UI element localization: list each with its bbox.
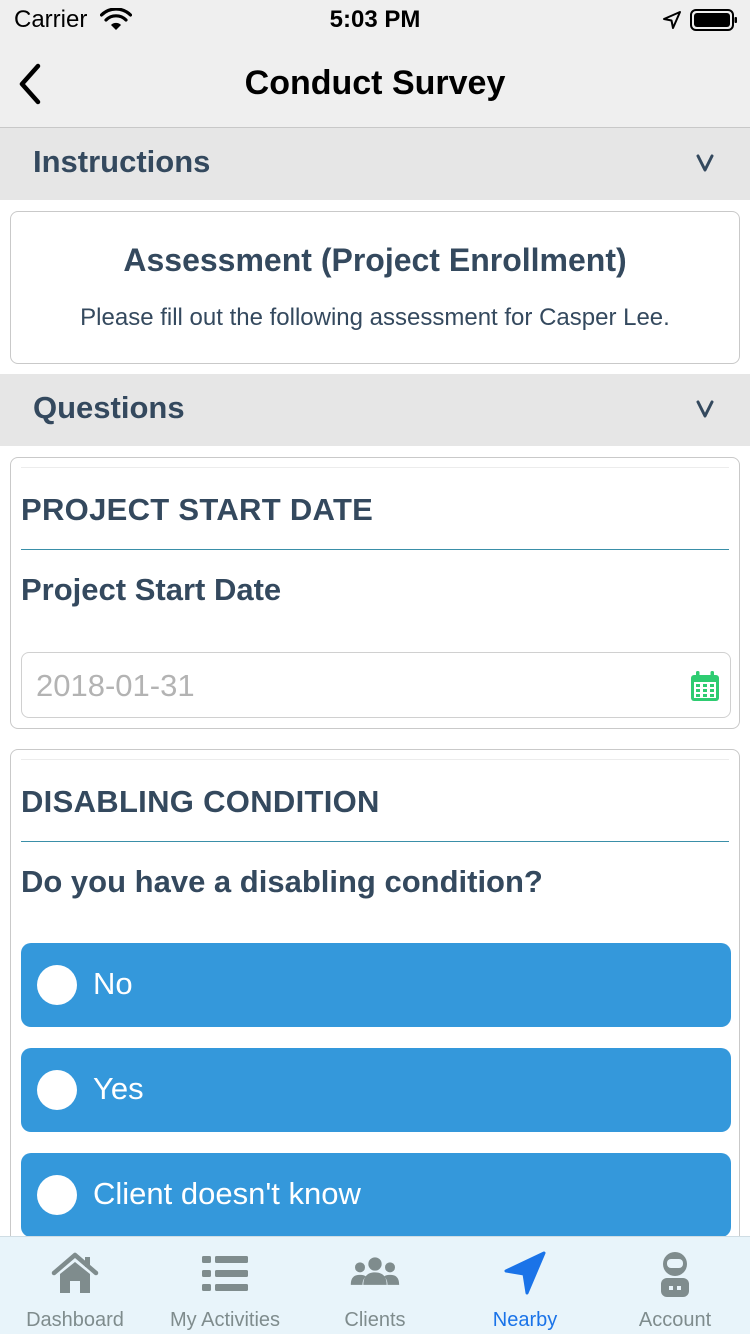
list-icon (202, 1256, 248, 1291)
project-start-date-input[interactable]: 2018-01-31 (21, 652, 731, 718)
question-heading: DISABLING CONDITION (21, 784, 380, 819)
tab-my-activities[interactable]: My Activities (150, 1237, 300, 1334)
status-bar: Carrier 5:03 PM (0, 0, 750, 40)
question-heading-divider (21, 841, 729, 842)
questions-section-title: Questions (33, 390, 185, 425)
status-time: 5:03 PM (329, 6, 421, 33)
astronaut-icon (661, 1252, 689, 1297)
users-icon (350, 1257, 400, 1285)
tab-label: Clients (344, 1309, 406, 1331)
question-heading-divider (21, 549, 729, 550)
radio-option-label: No (93, 966, 133, 1001)
tab-label: Account (638, 1309, 712, 1331)
home-icon (51, 1252, 99, 1293)
question-card-disabling-condition: DISABLING CONDITION Do you have a disabl… (10, 749, 740, 1259)
tab-nearby[interactable]: Nearby (450, 1237, 600, 1334)
radio-circle-icon (37, 1175, 77, 1215)
instructions-section-header[interactable]: Instructions (0, 128, 750, 200)
assessment-title: Assessment (Project Enrollment) (123, 242, 627, 278)
tab-clients[interactable]: Clients (300, 1237, 450, 1334)
calendar-icon[interactable] (690, 670, 720, 702)
tab-label: Nearby (492, 1309, 558, 1331)
tab-label: Dashboard (26, 1309, 124, 1331)
tab-account[interactable]: Account (600, 1237, 750, 1334)
radio-option-label: Yes (93, 1071, 144, 1106)
tab-label: My Activities (169, 1309, 281, 1331)
navigation-bar: Conduct Survey (0, 40, 750, 128)
instructions-card: Assessment (Project Enrollment) Please f… (10, 211, 740, 364)
date-placeholder: 2018-01-31 (36, 668, 195, 703)
question-label: Do you have a disabling condition? (21, 864, 543, 899)
radio-circle-icon (37, 965, 77, 1005)
assessment-instructions: Please fill out the following assessment… (80, 304, 670, 331)
chevron-down-icon (696, 154, 714, 172)
questions-section-header[interactable]: Questions (0, 374, 750, 446)
page-title: Conduct Survey (244, 64, 506, 102)
question-label: Project Start Date (21, 572, 282, 607)
radio-option-yes[interactable]: Yes (21, 1048, 731, 1132)
conduct-survey-screen: Carrier 5:03 PM Conduct Survey Instructi… (0, 0, 750, 1334)
location-services-icon (663, 11, 681, 29)
question-heading: PROJECT START DATE (21, 492, 374, 527)
radio-circle-icon (37, 1070, 77, 1110)
card-top-divider (21, 467, 729, 468)
location-arrow-icon (504, 1251, 546, 1295)
tab-bar: Dashboard My Activities Clients Nearby A… (0, 1236, 750, 1334)
card-top-divider (21, 759, 729, 760)
chevron-down-icon (696, 400, 714, 418)
tab-dashboard[interactable]: Dashboard (0, 1237, 150, 1334)
radio-option-label: Client doesn't know (93, 1176, 361, 1211)
radio-option-no[interactable]: No (21, 943, 731, 1027)
instructions-section-title: Instructions (33, 144, 211, 179)
question-card-project-start-date: PROJECT START DATE Project Start Date 20… (10, 457, 740, 729)
battery-icon (690, 9, 737, 31)
radio-option-client-doesnt-know[interactable]: Client doesn't know (21, 1153, 731, 1237)
